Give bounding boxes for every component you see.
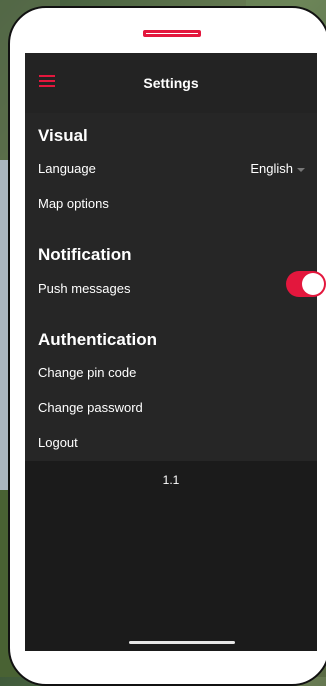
section-title-visual: Visual xyxy=(38,126,88,145)
toggle-knob xyxy=(302,273,324,295)
change-password-item[interactable]: Change password xyxy=(38,400,143,415)
home-indicator[interactable] xyxy=(129,641,235,644)
speaker-grille xyxy=(143,30,201,37)
section-title-authentication: Authentication xyxy=(38,330,157,349)
app-version: 1.1 xyxy=(162,473,180,487)
language-label[interactable]: Language xyxy=(38,161,96,176)
app-bar: Settings xyxy=(25,53,317,113)
section-title-notification: Notification xyxy=(38,245,132,264)
page-title: Settings xyxy=(143,75,199,91)
map-options-item[interactable]: Map options xyxy=(38,196,109,211)
caret-down-icon xyxy=(297,167,305,172)
change-pin-item[interactable]: Change pin code xyxy=(38,365,136,380)
app-screen: Settings Visual Language English Map opt… xyxy=(25,53,326,651)
settings-list: Visual Language English Map options Noti… xyxy=(25,113,317,461)
phone-frame: Settings Visual Language English Map opt… xyxy=(8,6,326,686)
language-select[interactable]: English xyxy=(250,161,305,176)
push-messages-label: Push messages xyxy=(38,281,131,296)
logout-item[interactable]: Logout xyxy=(38,435,78,450)
push-messages-toggle[interactable] xyxy=(286,271,326,297)
language-value: English xyxy=(250,161,293,176)
